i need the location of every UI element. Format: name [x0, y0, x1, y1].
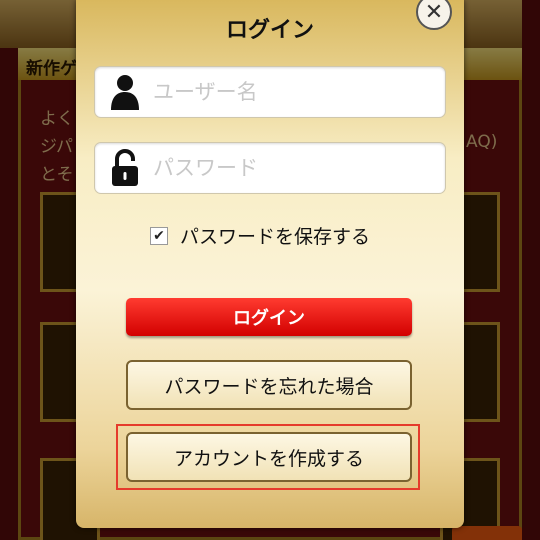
password-field[interactable]	[94, 142, 446, 194]
username-input[interactable]	[151, 67, 435, 117]
lock-open-icon	[112, 149, 138, 186]
dialog-title: ログイン	[225, 18, 314, 43]
close-icon: ✕	[424, 0, 444, 25]
user-icon	[111, 75, 139, 110]
remember-password-checkbox[interactable]: ✔	[150, 226, 168, 245]
remember-password-label[interactable]: パスワードを保存する	[180, 222, 370, 249]
username-field[interactable]	[94, 66, 446, 118]
checkmark-icon: ✔	[153, 227, 165, 244]
forgot-password-button[interactable]: パスワードを忘れた場合	[126, 360, 412, 410]
login-button[interactable]: ログイン	[126, 298, 412, 336]
password-input[interactable]	[151, 143, 435, 193]
remember-password-row[interactable]: ✔ パスワードを保存する	[150, 222, 370, 249]
login-dialog: ログイン ✕ ✔ パスワードを保存する ログイン パスワードを忘れた場合 アカウ…	[76, 0, 464, 528]
create-account-button[interactable]: アカウントを作成する	[126, 432, 412, 482]
